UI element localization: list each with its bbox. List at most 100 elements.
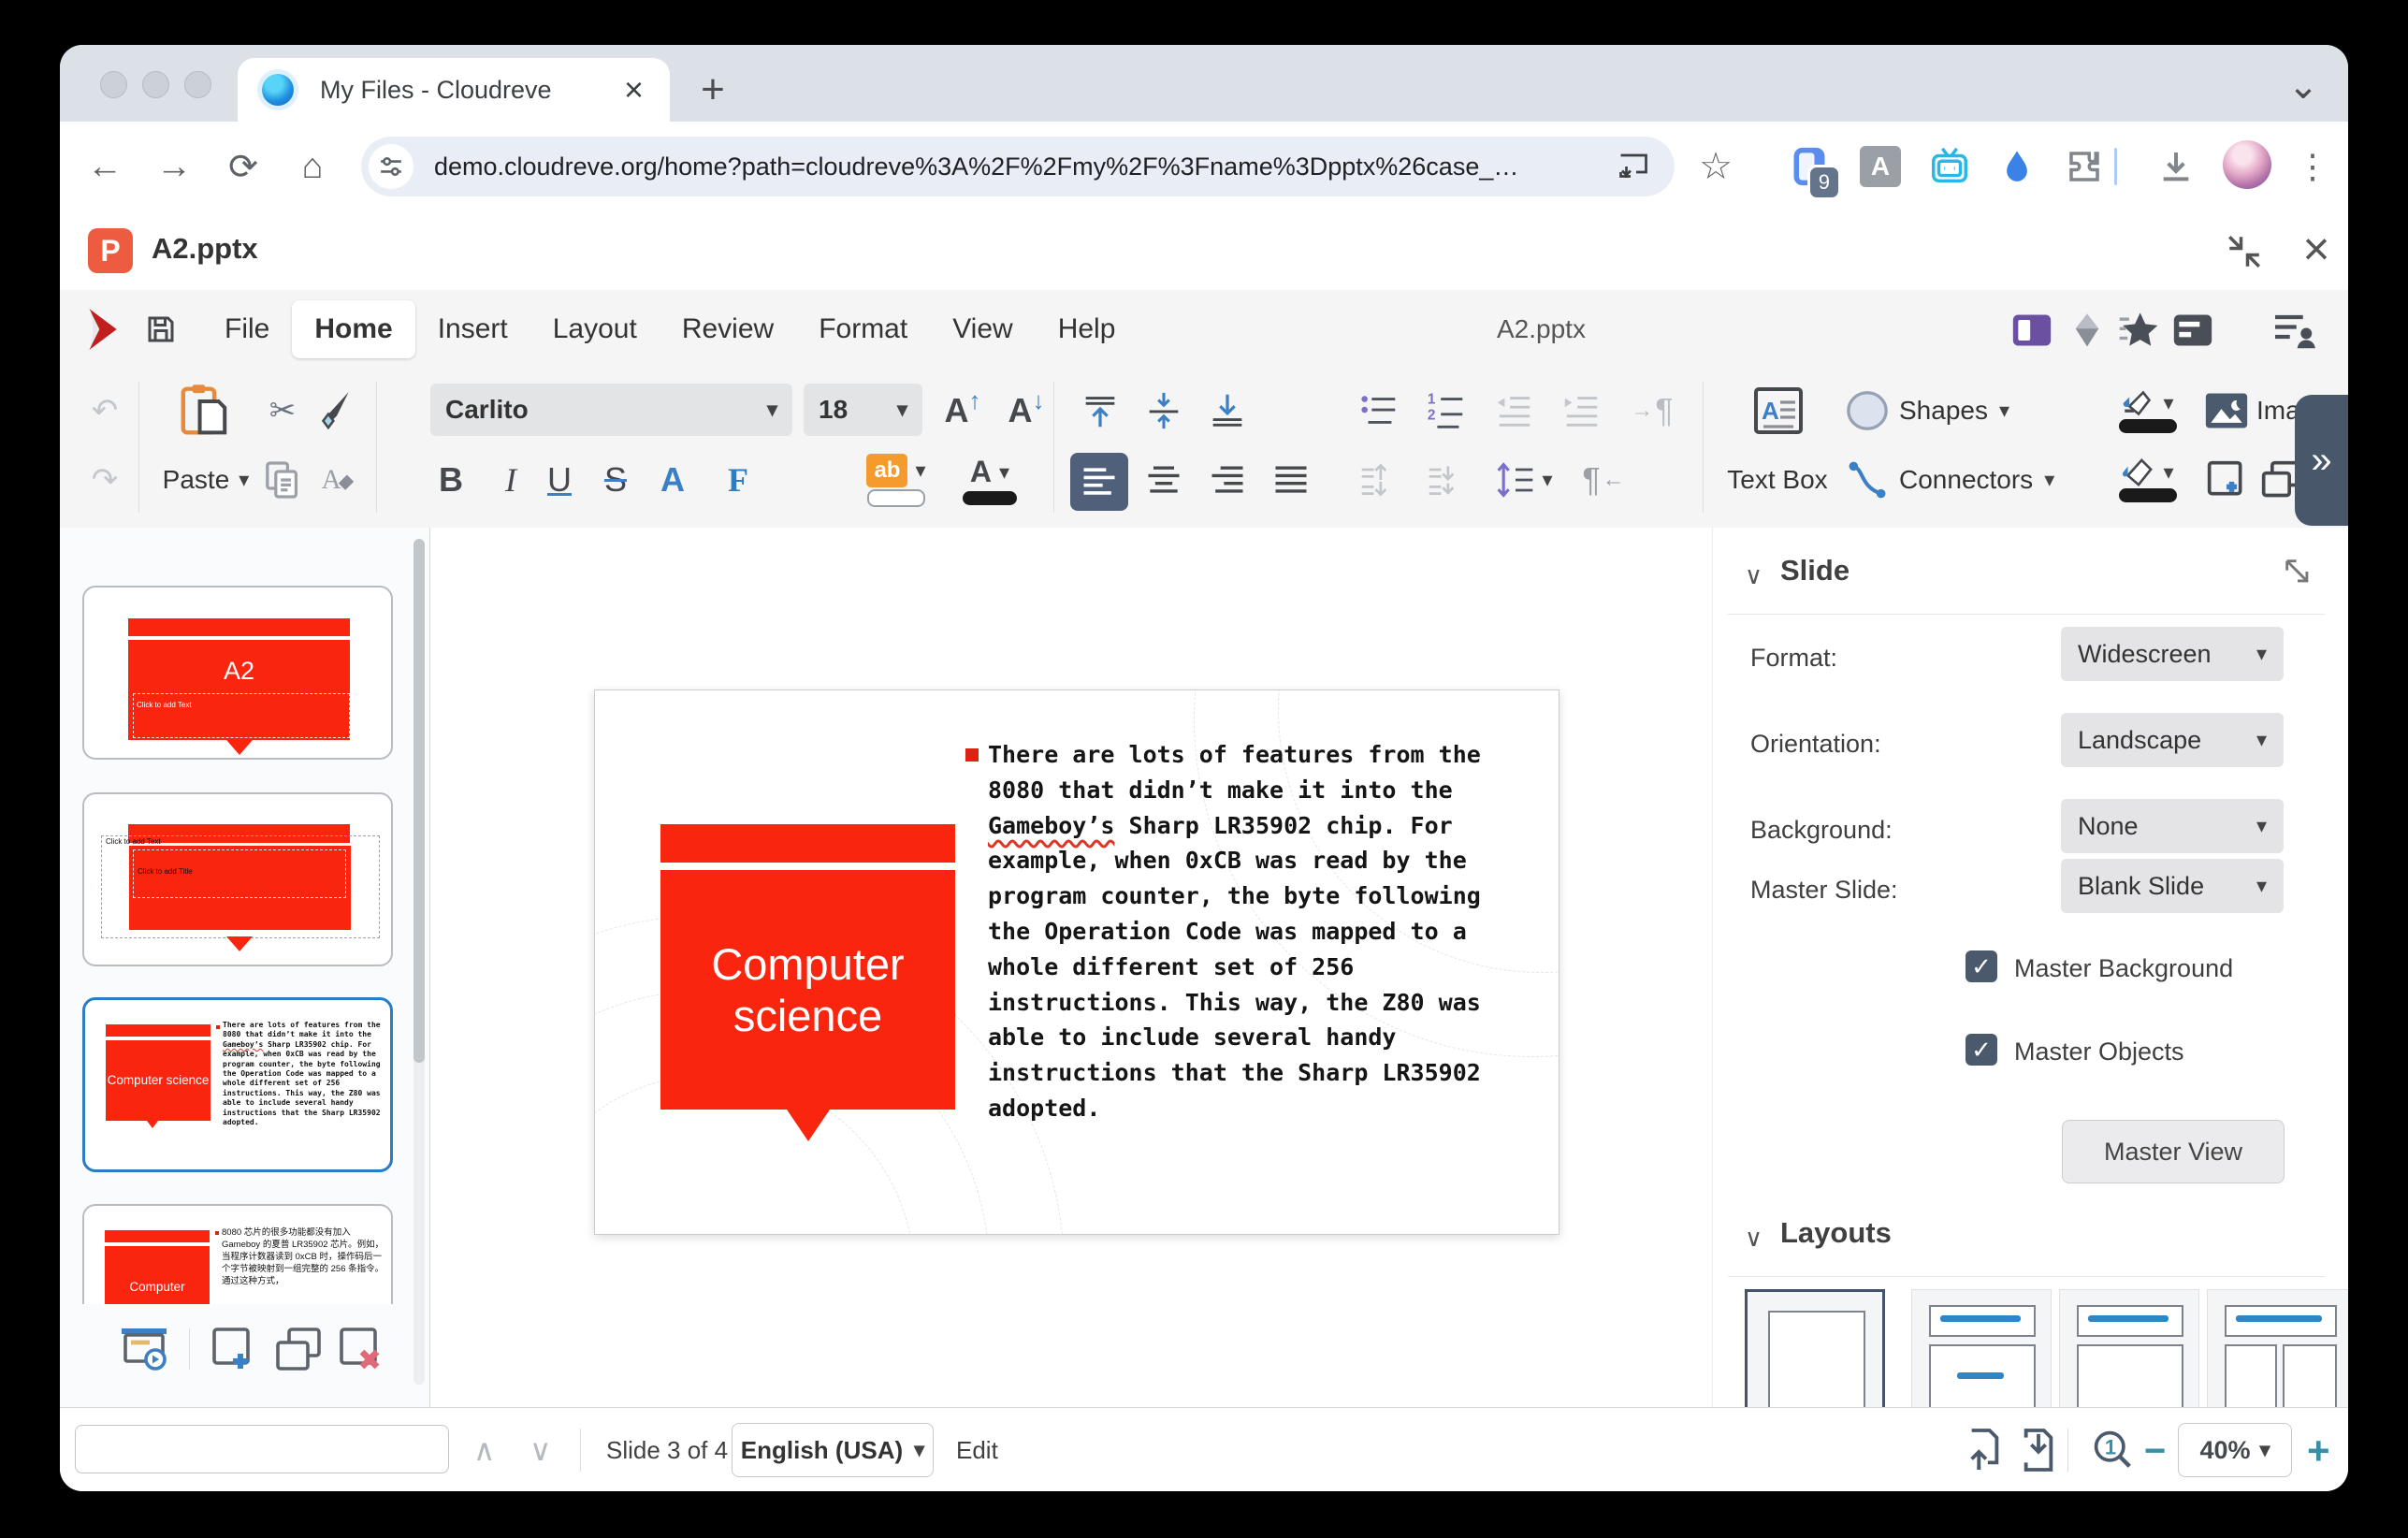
- slide-settings-icon[interactable]: [2011, 312, 2053, 348]
- add-slide-icon[interactable]: [2202, 453, 2251, 507]
- align-left-button-active[interactable]: [1070, 453, 1128, 511]
- favorites-star-icon[interactable]: [2118, 311, 2159, 350]
- reload-icon[interactable]: ⟳: [219, 142, 268, 191]
- line-spacing-button[interactable]: ▾: [1487, 453, 1560, 507]
- paste-icon[interactable]: [157, 384, 251, 438]
- shape-settings-icon[interactable]: [2067, 311, 2107, 350]
- format-select[interactable]: Widescreen ▾: [2061, 627, 2284, 681]
- align-text-middle-icon[interactable]: [1138, 384, 1190, 438]
- paragraph-settings-icon[interactable]: ¶ ←: [1575, 453, 1632, 507]
- site-settings-icon[interactable]: [369, 144, 413, 189]
- zoom-level-select[interactable]: 40% ▾: [2178, 1423, 2292, 1477]
- menu-layout[interactable]: Layout: [530, 300, 660, 358]
- bold-button[interactable]: B: [428, 453, 473, 507]
- profile-avatar[interactable]: [2223, 140, 2271, 189]
- format-painter-icon[interactable]: [314, 384, 359, 438]
- card-icon[interactable]: [2172, 312, 2213, 348]
- menu-format[interactable]: Format: [796, 300, 930, 358]
- add-slide-button[interactable]: [210, 1326, 259, 1372]
- font-size-select[interactable]: 18 ▾: [804, 384, 922, 436]
- tab-search-icon[interactable]: ⌄: [2279, 62, 2328, 110]
- thumbnail-scrollbar-thumb[interactable]: [413, 539, 425, 1063]
- extensions-puzzle-icon[interactable]: [2062, 144, 2107, 189]
- menu-view[interactable]: View: [930, 300, 1035, 358]
- layout-title-only-content[interactable]: [2059, 1289, 2199, 1407]
- bullets-button[interactable]: [1353, 384, 1405, 438]
- move-down-icon[interactable]: [1420, 453, 1472, 507]
- browser-menu-kebab-icon[interactable]: ⋮: [2288, 142, 2337, 191]
- redo-icon[interactable]: ↷: [82, 453, 127, 507]
- url-bar[interactable]: demo.cloudreve.org/home?path=cloudreve%3…: [361, 137, 1675, 196]
- start-slideshow-icon[interactable]: [120, 1328, 168, 1371]
- slide-body-text[interactable]: There are lots of features from the 8080…: [988, 737, 1512, 1126]
- orientation-select[interactable]: Landscape ▾: [2061, 713, 2284, 767]
- collapse-layouts-section-icon[interactable]: ∨: [1745, 1224, 1762, 1253]
- minimize-window-button[interactable]: [142, 71, 169, 98]
- delete-slide-button[interactable]: [338, 1326, 386, 1372]
- tab-close-icon[interactable]: ×: [617, 73, 651, 107]
- align-center-button[interactable]: [1138, 453, 1190, 507]
- master-background-checkbox[interactable]: ✓: [1966, 950, 1997, 982]
- slide-thumbnail-3-selected[interactable]: Computer science There are lots of featu…: [82, 997, 393, 1172]
- tv-extension-icon[interactable]: [1927, 144, 1972, 189]
- shapes-ellipse-icon[interactable]: [1843, 384, 1892, 438]
- menu-file[interactable]: File: [202, 300, 292, 358]
- feedback-icon[interactable]: [2273, 311, 2316, 350]
- image-icon[interactable]: [2202, 384, 2251, 438]
- master-view-button[interactable]: Master View: [2062, 1120, 2285, 1183]
- menu-review[interactable]: Review: [660, 300, 796, 358]
- a-extension-icon[interactable]: A: [1858, 144, 1903, 189]
- toolbar-expand-button[interactable]: »: [2295, 395, 2348, 526]
- menu-help[interactable]: Help: [1036, 300, 1139, 358]
- close-preview-icon[interactable]: ×: [2292, 225, 2341, 273]
- zoom-in-button[interactable]: +: [2307, 1429, 2330, 1473]
- url-text[interactable]: demo.cloudreve.org/home?path=cloudreve%3…: [434, 152, 1617, 181]
- move-up-icon[interactable]: [1353, 453, 1405, 507]
- callout-title-shape[interactable]: Computer science: [660, 870, 955, 1110]
- text-box-button[interactable]: Text Box: [1712, 453, 1843, 507]
- drop-extension-icon[interactable]: [1995, 144, 2039, 189]
- font-color-button[interactable]: A ▾: [950, 453, 1029, 507]
- home-icon[interactable]: ⌂: [288, 142, 337, 191]
- search-input[interactable]: [75, 1425, 449, 1473]
- slide-canvas[interactable]: Computer science There are lots of featu…: [594, 689, 1559, 1235]
- find-previous-icon[interactable]: ∧: [473, 1432, 495, 1468]
- underline-button[interactable]: U: [537, 453, 582, 507]
- bookmark-star-icon[interactable]: ☆: [1691, 142, 1740, 191]
- char-outline-button[interactable]: F: [715, 453, 762, 507]
- align-right-button[interactable]: [1201, 453, 1254, 507]
- language-select[interactable]: English (USA) ▾: [732, 1423, 934, 1477]
- zoom-window-button[interactable]: [184, 71, 211, 98]
- zoom-out-button[interactable]: −: [2144, 1430, 2166, 1473]
- justify-button[interactable]: [1265, 453, 1317, 507]
- exit-fullscreen-icon[interactable]: [2225, 232, 2264, 271]
- menu-home[interactable]: Home: [292, 300, 414, 358]
- install-app-icon[interactable]: [1617, 150, 1650, 183]
- decrease-indent-icon[interactable]: [1487, 384, 1540, 438]
- text-box-icon[interactable]: A: [1727, 384, 1830, 438]
- slide-thumbnail-4[interactable]: Computer 8080 芯片的很多功能都没有加入 Gameboy 的夏普 L…: [82, 1204, 393, 1304]
- duplicate-slide-button[interactable]: [274, 1326, 323, 1372]
- increase-indent-icon[interactable]: [1555, 384, 1607, 438]
- collapse-slide-section-icon[interactable]: ∨: [1745, 561, 1762, 590]
- char-shadow-button[interactable]: A: [649, 453, 696, 507]
- align-text-top-icon[interactable]: [1074, 384, 1126, 438]
- cut-scissors-icon[interactable]: ✂: [260, 384, 305, 438]
- sidebar-extension-icon[interactable]: 9: [1787, 144, 1832, 189]
- shapes-button[interactable]: Shapes ▾: [1899, 384, 2049, 438]
- fit-width-icon[interactable]: [2019, 1429, 2058, 1472]
- master-objects-checkbox[interactable]: ✓: [1966, 1034, 1997, 1066]
- slide-fill-button[interactable]: ▾: [2105, 384, 2191, 438]
- forward-icon[interactable]: →: [150, 142, 198, 191]
- back-icon[interactable]: ←: [80, 142, 129, 191]
- font-name-select[interactable]: Carlito ▾: [430, 384, 792, 436]
- slide-thumbnail-1[interactable]: A2 Click to add Text: [82, 586, 393, 760]
- numbering-button[interactable]: 1 2: [1420, 384, 1472, 438]
- close-window-button[interactable]: [100, 71, 127, 98]
- layout-title-content[interactable]: [1911, 1289, 2052, 1407]
- align-text-bottom-icon[interactable]: [1201, 384, 1254, 438]
- text-direction-icon[interactable]: → ¶: [1624, 384, 1680, 438]
- connectors-button[interactable]: Connectors ▾: [1899, 453, 2096, 507]
- undo-icon[interactable]: ↶: [82, 384, 127, 438]
- connectors-icon[interactable]: [1843, 453, 1892, 507]
